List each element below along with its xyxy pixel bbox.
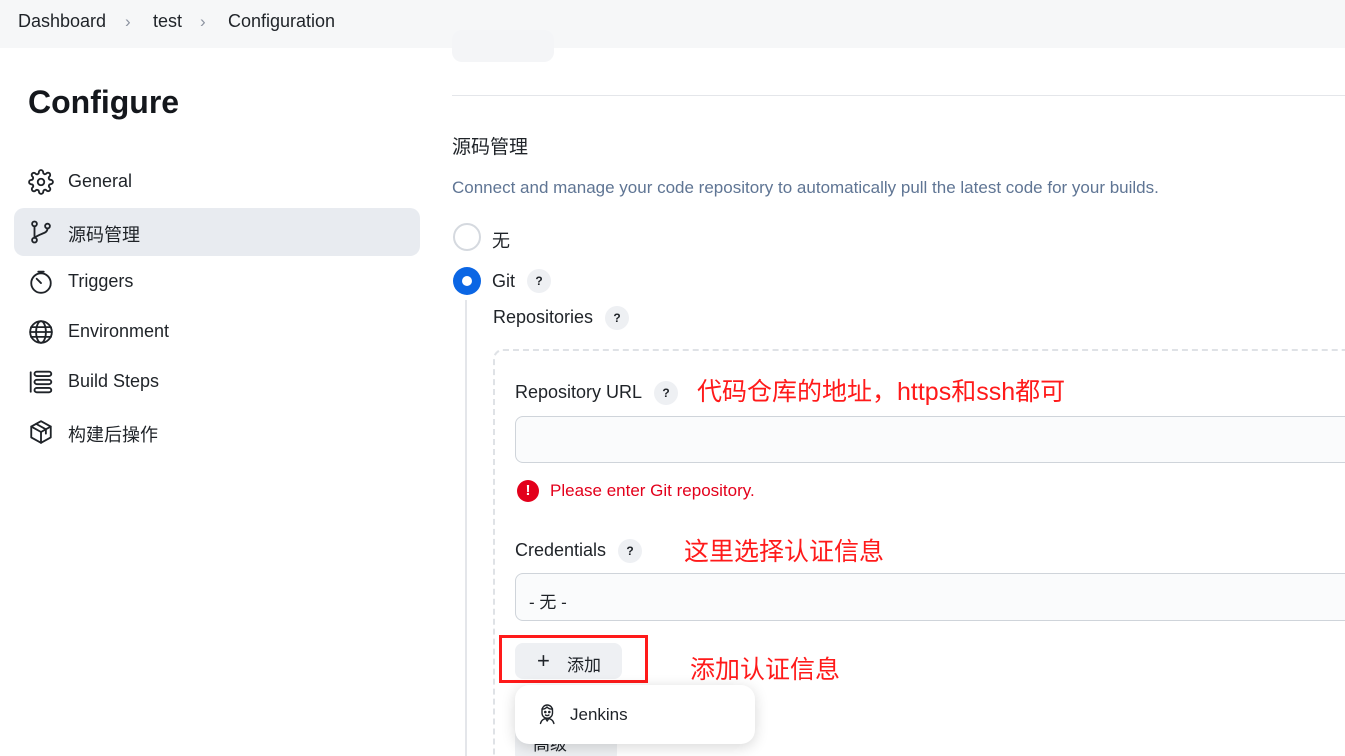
annotation-highlight-box [499, 635, 648, 683]
section-description: Connect and manage your code repository … [452, 178, 1159, 197]
sidebar-item-label: General [68, 171, 133, 191]
annotation-credentials: 这里选择认证信息 [684, 538, 885, 566]
scm-git-label: Git [492, 271, 516, 291]
credentials-selected-value: - 无 - [529, 593, 567, 612]
list-icon [28, 369, 54, 395]
sidebar-item-build-steps[interactable]: Build Steps [14, 358, 420, 406]
jenkins-icon [535, 702, 559, 726]
credentials-label: Credentials [515, 540, 607, 560]
scrolled-button[interactable] [452, 30, 554, 62]
repository-url-help-icon[interactable]: ? [654, 381, 678, 405]
chevron-right-icon: › [125, 12, 131, 31]
chevron-right-icon: › [200, 12, 206, 31]
sidebar-item-environment[interactable]: Environment [14, 308, 420, 356]
sidebar-item-label: 源码管理 [68, 225, 140, 245]
breadcrumb-bar: Dashboard › test › Configuration [0, 0, 1345, 48]
breadcrumb-configuration[interactable]: Configuration [228, 11, 335, 32]
sidebar-item-label: Triggers [68, 271, 134, 291]
sidebar-item-post-build[interactable]: 构建后操作 [14, 408, 420, 456]
menu-item-jenkins[interactable]: Jenkins [570, 705, 628, 725]
page-title: Configure [28, 84, 180, 120]
credentials-help-icon[interactable]: ? [618, 539, 642, 563]
scm-git-radio[interactable] [453, 267, 481, 295]
sidebar-item-label: Build Steps [68, 371, 160, 391]
repository-url-error: Please enter Git repository. [550, 481, 755, 500]
credentials-select[interactable]: - 无 - [515, 573, 1345, 621]
annotation-repo-url: 代码仓库的地址，https和ssh都可 [697, 378, 1066, 406]
add-credentials-menu: Jenkins [515, 685, 755, 744]
git-help-icon[interactable]: ? [527, 269, 551, 293]
sidebar-item-triggers[interactable]: Triggers [14, 258, 420, 306]
breadcrumb-test[interactable]: test [153, 11, 182, 32]
sidebar-item-label: 构建后操作 [68, 425, 158, 445]
annotation-add: 添加认证信息 [690, 656, 841, 684]
repositories-help-icon[interactable]: ? [605, 306, 629, 330]
breadcrumb-dashboard[interactable]: Dashboard [18, 11, 106, 32]
repository-url-label: Repository URL [515, 382, 643, 402]
repository-url-input[interactable] [515, 416, 1345, 463]
package-icon [28, 419, 54, 445]
sidebar-item-general[interactable]: General [14, 158, 420, 206]
globe-icon [28, 319, 54, 345]
repositories-label: Repositories [493, 307, 594, 327]
git-options-line [465, 300, 467, 756]
section-title: 源码管理 [452, 137, 529, 158]
divider [452, 95, 1345, 96]
error-icon: ! [517, 480, 539, 502]
sidebar-item-label: Environment [68, 321, 170, 341]
timer-icon [28, 269, 54, 295]
sidebar-item-scm[interactable]: 源码管理 [14, 208, 420, 256]
scm-none-radio[interactable] [453, 223, 481, 251]
gear-icon [28, 169, 54, 195]
branch-icon [28, 219, 54, 245]
scm-none-label: 无 [492, 231, 510, 251]
